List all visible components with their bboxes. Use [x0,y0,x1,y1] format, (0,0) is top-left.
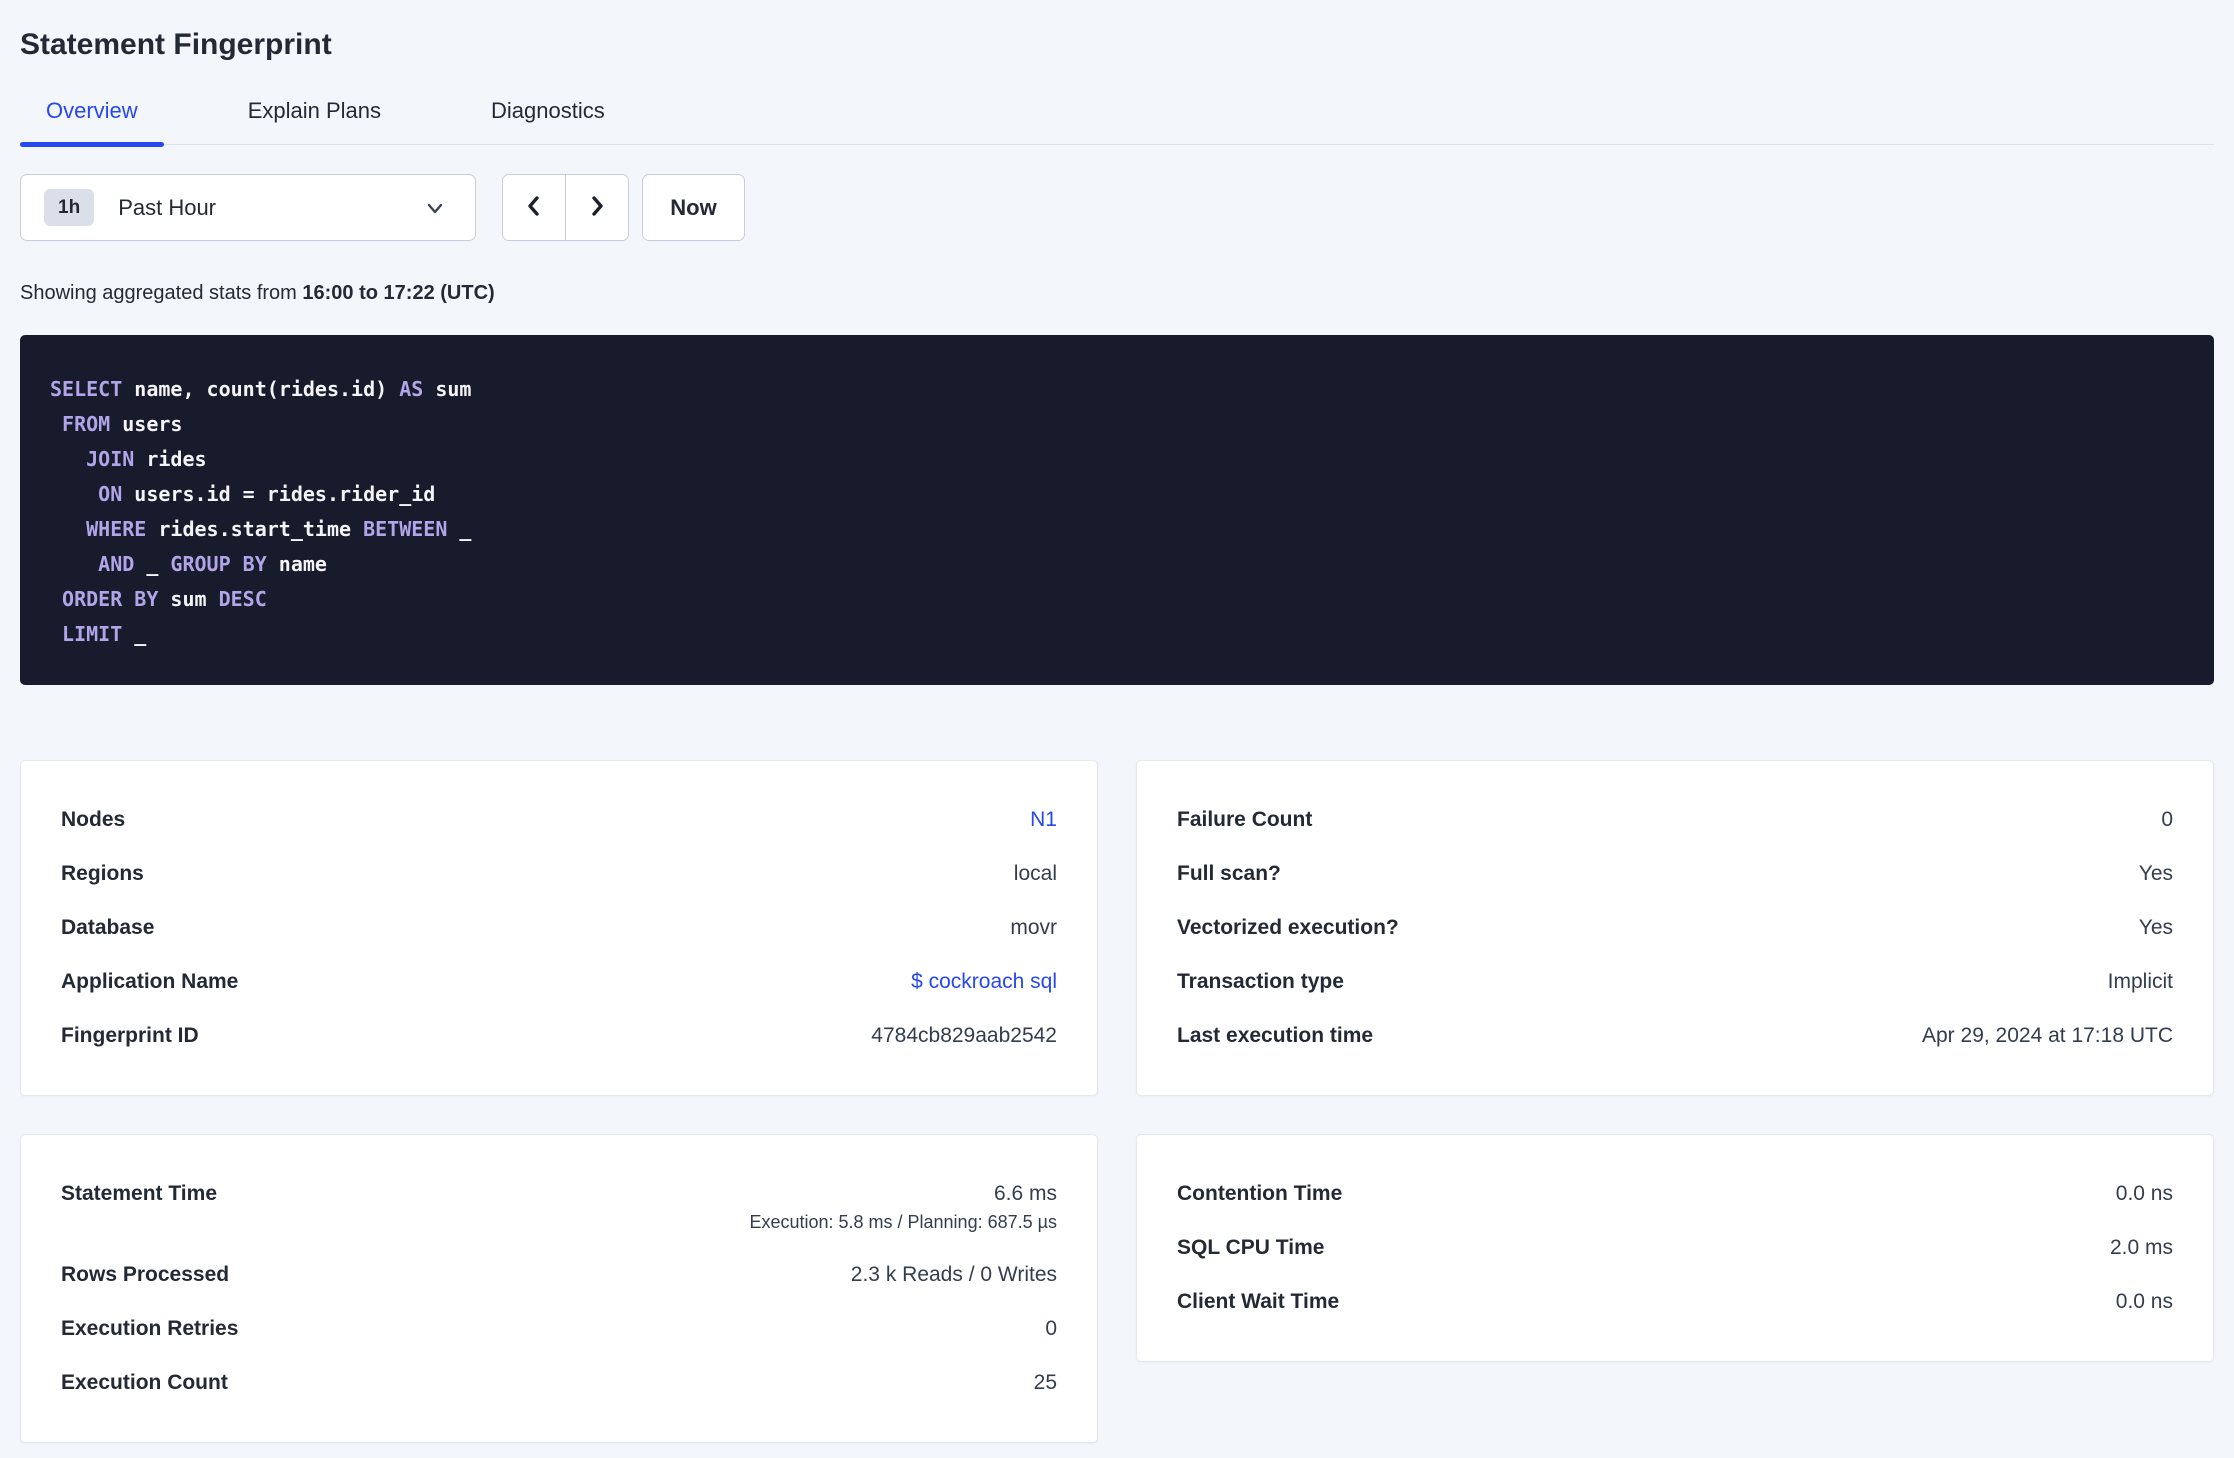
regions-value: local [1013,862,1057,885]
database-value: movr [1010,916,1057,939]
full-scan-value: Yes [2138,862,2173,885]
contention-time-value: 0.0 ns [2115,1182,2173,1205]
aggregated-stats-caption: Showing aggregated stats from 16:00 to 1… [20,281,2214,305]
execution-count-value: 25 [1033,1371,1057,1394]
details-row-application-name: Application Name $ cockroach sql [61,971,1057,993]
statement-fingerprint-page: Statement Fingerprint Overview Explain P… [0,0,2234,1458]
time-step-control [502,174,629,241]
sql-statement: SELECT name, count(rides.id) AS sum FROM… [20,335,2214,685]
transaction-type-label: Transaction type [1177,970,1344,993]
execution-retries-value: 0 [1045,1317,1057,1340]
fingerprint-id-label: Fingerprint ID [61,1024,199,1047]
details-row-nodes: Nodes N1 [61,809,1057,831]
now-button[interactable]: Now [642,174,745,241]
client-wait-time-label: Client Wait Time [1177,1290,1340,1313]
rows-processed-value: 2.3 k Reads / 0 Writes [850,1263,1057,1286]
stats-row-rows-processed: Rows Processed 2.3 k Reads / 0 Writes [61,1264,1057,1286]
aggregated-stats-prefix: Showing aggregated stats from [20,282,303,304]
chevron-down-icon [425,198,445,218]
details-row-regions: Regions local [61,863,1057,885]
stats-row-execution-count: Execution Count 25 [61,1372,1057,1394]
stats-row-statement-time: Statement Time 6.6 ms Execution: 5.8 ms … [61,1183,1057,1232]
last-execution-time-label: Last execution time [1177,1024,1374,1047]
contention-time-label: Contention Time [1177,1182,1343,1205]
execution-attributes-card: Failure Count 0 Full scan? Yes Vectorize… [1136,760,2214,1096]
timing-row-sql-cpu: SQL CPU Time 2.0 ms [1177,1237,2173,1259]
statement-time-value: 6.6 ms [993,1182,1057,1205]
application-name-label: Application Name [61,970,239,993]
time-controls: 1h Past Hour Now [20,174,2214,241]
previous-time-button[interactable] [503,175,565,240]
execution-retries-label: Execution Retries [61,1317,239,1340]
last-execution-time-value: Apr 29, 2024 at 17:18 UTC [1922,1024,2173,1047]
tab-bar: Overview Explain Plans Diagnostics [20,98,2214,147]
page-title: Statement Fingerprint [20,28,332,61]
sql-cpu-time-label: SQL CPU Time [1177,1236,1325,1259]
fingerprint-id-value: 4784cb829aab2542 [871,1024,1057,1047]
vectorized-execution-value: Yes [2138,916,2173,939]
chevron-right-icon [585,194,609,221]
transaction-type-value: Implicit [2107,970,2173,993]
failure-count-value: 0 [2161,808,2173,831]
application-name-value-link[interactable]: $ cockroach sql [911,970,1057,993]
attributes-row-full-scan: Full scan? Yes [1177,863,2173,885]
timing-row-client-wait: Client Wait Time 0.0 ns [1177,1291,2173,1313]
tab-explain-plans[interactable]: Explain Plans [222,100,407,144]
statement-time-breakdown: Execution: 5.8 ms / Planning: 687.5 µs [749,1212,1057,1232]
execution-count-label: Execution Count [61,1371,228,1394]
statement-time-label: Statement Time [61,1182,217,1205]
aggregated-stats-range: 16:00 to 17:22 (UTC) [302,282,495,304]
attributes-row-last-execution: Last execution time Apr 29, 2024 at 17:1… [1177,1025,2173,1047]
timing-card: Contention Time 0.0 ns SQL CPU Time 2.0 … [1136,1134,2214,1362]
full-scan-label: Full scan? [1177,862,1281,885]
stats-row-execution-retries: Execution Retries 0 [61,1318,1057,1340]
time-range-badge: 1h [44,189,95,226]
database-label: Database [61,916,155,939]
rows-processed-label: Rows Processed [61,1263,230,1286]
tab-overview-label: Overview [46,98,138,123]
chevron-left-icon [522,194,546,221]
timing-row-contention: Contention Time 0.0 ns [1177,1183,2173,1205]
tab-diagnostics-label: Diagnostics [491,98,605,123]
tab-overview[interactable]: Overview [20,98,164,147]
nodes-value-link[interactable]: N1 [1030,808,1057,831]
stats-cards-grid: Nodes N1 Regions local Database movr App… [20,760,2214,1443]
regions-label: Regions [61,862,144,885]
time-range-label: Past Hour [118,194,217,220]
nodes-label: Nodes [61,808,126,831]
tab-explain-plans-label: Explain Plans [247,98,381,123]
tab-diagnostics[interactable]: Diagnostics [465,100,631,144]
statement-stats-card: Statement Time 6.6 ms Execution: 5.8 ms … [20,1134,1098,1443]
details-row-database: Database movr [61,917,1057,939]
attributes-row-failure-count: Failure Count 0 [1177,809,2173,831]
client-wait-time-value: 0.0 ns [2115,1290,2173,1313]
failure-count-label: Failure Count [1177,808,1313,831]
details-row-fingerprint-id: Fingerprint ID 4784cb829aab2542 [61,1025,1057,1047]
sql-cpu-time-value: 2.0 ms [2109,1236,2173,1259]
next-time-button[interactable] [565,175,628,240]
time-range-picker[interactable]: 1h Past Hour [20,174,476,241]
vectorized-execution-label: Vectorized execution? [1177,916,1399,939]
statement-details-card: Nodes N1 Regions local Database movr App… [20,760,1098,1096]
attributes-row-vectorized: Vectorized execution? Yes [1177,917,2173,939]
attributes-row-transaction-type: Transaction type Implicit [1177,971,2173,993]
